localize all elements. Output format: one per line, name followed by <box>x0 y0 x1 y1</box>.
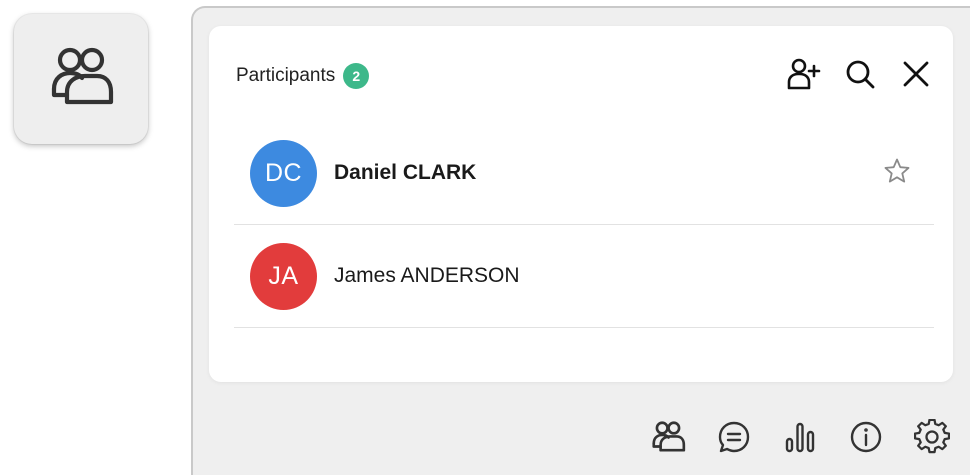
search-icon <box>844 58 876 95</box>
participants-toggle-button[interactable] <box>14 14 148 144</box>
close-button[interactable] <box>899 59 933 93</box>
chat-icon <box>716 419 752 460</box>
add-user-icon <box>787 57 821 96</box>
people-icon <box>649 420 687 459</box>
bar-chart-icon <box>782 419 818 460</box>
settings-tab-button[interactable] <box>912 418 952 460</box>
add-participant-button[interactable] <box>787 57 821 96</box>
info-tab-button[interactable] <box>846 419 886 459</box>
favorite-star-button[interactable] <box>882 158 912 188</box>
info-icon <box>848 419 884 460</box>
gear-icon <box>913 418 951 460</box>
participant-name: Daniel CLARK <box>334 161 477 184</box>
participant-row[interactable]: DC Daniel CLARK <box>234 122 934 225</box>
participant-row[interactable]: JA James ANDERSON <box>234 225 934 328</box>
search-button[interactable] <box>843 59 877 93</box>
avatar: DC <box>250 139 317 207</box>
close-icon <box>901 59 931 94</box>
stats-tab-button[interactable] <box>780 419 820 459</box>
chat-tab-button[interactable] <box>714 419 754 459</box>
avatar: JA <box>250 242 317 310</box>
participant-name: James ANDERSON <box>334 264 520 287</box>
participant-list: DC Daniel CLARK JA James ANDERSON <box>234 122 934 328</box>
star-icon <box>883 157 911 190</box>
people-icon <box>45 45 117 114</box>
panel-header: Participants 2 <box>236 58 933 94</box>
participants-tab-button[interactable] <box>648 419 688 459</box>
header-actions <box>787 57 933 96</box>
panel-title: Participants <box>236 65 336 86</box>
participants-panel: Participants 2 DC Daniel CLARK JA James … <box>191 6 970 475</box>
panel-toolbar <box>648 418 952 460</box>
participants-card: Participants 2 DC Daniel CLARK JA James … <box>209 26 953 382</box>
participant-count-badge: 2 <box>343 63 370 89</box>
